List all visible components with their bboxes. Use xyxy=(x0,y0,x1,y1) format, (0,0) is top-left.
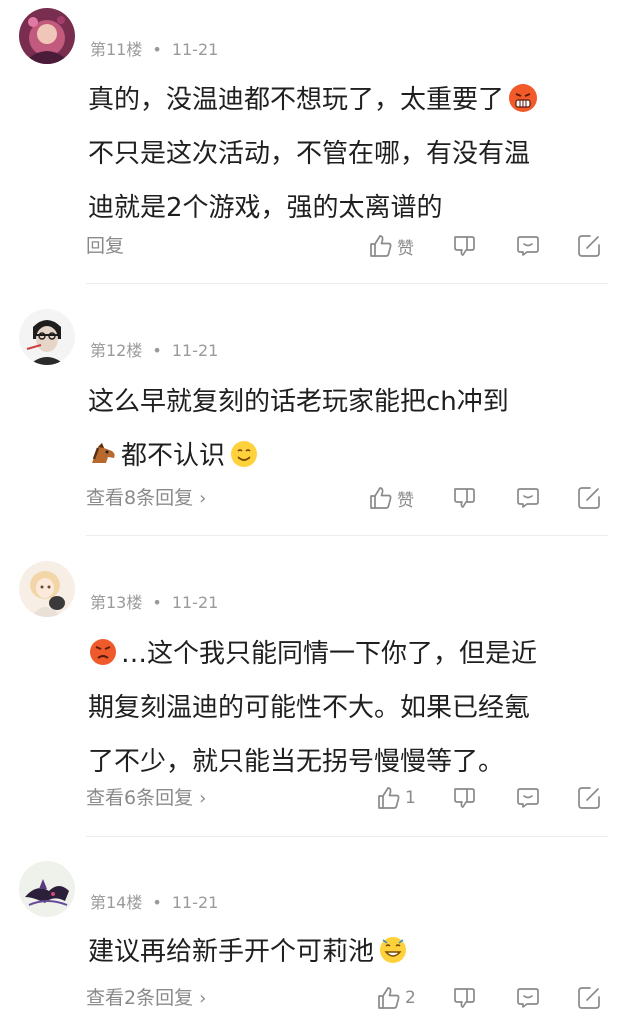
comment-date: 11-21 xyxy=(171,341,219,360)
floor-number: 第12楼 xyxy=(90,341,143,360)
comment-actions: 1 xyxy=(0,783,626,813)
horse-emoji xyxy=(88,439,118,469)
comment-line: 建议再给新手开个可莉池 xyxy=(88,925,613,979)
thumbs-down-icon xyxy=(451,985,477,1011)
share-icon xyxy=(576,485,602,511)
pouting-face-emoji xyxy=(88,637,118,667)
thumbs-up-icon xyxy=(368,485,394,511)
like-button[interactable]: 赞 xyxy=(368,483,414,513)
comment-line: 真的，没温迪都不想玩了，太重要了 xyxy=(88,73,613,127)
thumbs-up-icon xyxy=(376,785,402,811)
comment-meta: 第11楼 • 11-21 xyxy=(90,39,218,61)
share-button[interactable] xyxy=(576,783,602,813)
avatar[interactable] xyxy=(19,861,75,917)
floor-number: 第14楼 xyxy=(90,893,143,912)
comment-line: 迪就是2个游戏，强的太离谱的 xyxy=(88,193,443,223)
avatar-image xyxy=(19,309,75,365)
comment-bubble-icon xyxy=(515,233,541,259)
comment-bubble-icon xyxy=(515,985,541,1011)
meta-separator: • xyxy=(152,40,162,59)
thumbs-down-icon xyxy=(451,785,477,811)
comment-body: 真的，没温迪都不想玩了，太重要了 不只是这次活动，不管在哪，有没有温 迪就是2个… xyxy=(88,73,613,235)
share-icon xyxy=(576,785,602,811)
comment-bubble-icon xyxy=(515,785,541,811)
comment-meta: 第14楼 • 11-21 xyxy=(90,892,218,914)
comment-meta: 第13楼 • 11-21 xyxy=(90,592,218,614)
comment-bubble-icon xyxy=(515,485,541,511)
comment-line: 都不认识 xyxy=(88,429,613,483)
like-button[interactable]: 1 xyxy=(376,783,416,813)
thumbs-down-icon xyxy=(451,485,477,511)
floor-number: 第11楼 xyxy=(90,40,143,59)
share-button[interactable] xyxy=(576,983,602,1013)
comment-date: 11-21 xyxy=(171,893,219,912)
angry-face-emoji xyxy=(508,83,538,113)
comment-body: 这么早就复刻的话老玩家能把ch冲到 都不认识 xyxy=(88,375,613,483)
comment-line: …这个我只能同情一下你了，但是近 xyxy=(88,627,613,681)
comment-reply-button[interactable] xyxy=(515,783,541,813)
grin-emoji xyxy=(378,935,408,965)
dislike-button[interactable] xyxy=(451,483,477,513)
avatar-image xyxy=(19,8,75,64)
comment-reply-button[interactable] xyxy=(515,483,541,513)
dislike-button[interactable] xyxy=(451,783,477,813)
like-button[interactable]: 2 xyxy=(376,983,416,1013)
avatar[interactable] xyxy=(19,561,75,617)
share-icon xyxy=(576,233,602,259)
dislike-button[interactable] xyxy=(451,983,477,1013)
like-button[interactable]: 赞 xyxy=(368,231,414,261)
like-count: 1 xyxy=(405,788,416,808)
comment-meta: 第12楼 • 11-21 xyxy=(90,340,218,362)
divider xyxy=(86,836,608,837)
dislike-button[interactable] xyxy=(451,231,477,261)
divider xyxy=(86,283,608,284)
divider xyxy=(86,535,608,536)
comment-body: 建议再给新手开个可莉池 xyxy=(88,925,613,979)
avatar[interactable] xyxy=(19,309,75,365)
comment-date: 11-21 xyxy=(171,40,219,59)
comment-actions: 赞 xyxy=(0,483,626,513)
comment-actions: 2 xyxy=(0,983,626,1013)
comment-line: 期复刻温迪的可能性不大。如果已经氪 xyxy=(88,693,531,723)
smile-emoji xyxy=(229,439,259,469)
avatar-image xyxy=(19,861,75,917)
comment-date: 11-21 xyxy=(171,593,219,612)
floor-number: 第13楼 xyxy=(90,593,143,612)
meta-separator: • xyxy=(152,593,162,612)
meta-separator: • xyxy=(152,341,162,360)
share-button[interactable] xyxy=(576,483,602,513)
comment-line: 这么早就复刻的话老玩家能把ch冲到 xyxy=(88,387,509,417)
thumbs-up-icon xyxy=(368,233,394,259)
comment-line: 了不少，就只能当无拐号慢慢等了。 xyxy=(88,747,505,777)
thumbs-up-icon xyxy=(376,985,402,1011)
comment-body: …这个我只能同情一下你了，但是近 期复刻温迪的可能性不大。如果已经氪 了不少，就… xyxy=(88,627,613,789)
avatar[interactable] xyxy=(19,8,75,64)
comment-line: 不只是这次活动，不管在哪，有没有温 xyxy=(88,139,531,169)
thumbs-down-icon xyxy=(451,233,477,259)
comment-actions: 赞 xyxy=(0,231,626,261)
share-button[interactable] xyxy=(576,231,602,261)
share-icon xyxy=(576,985,602,1011)
comment-reply-button[interactable] xyxy=(515,231,541,261)
comment-reply-button[interactable] xyxy=(515,983,541,1013)
like-label: 赞 xyxy=(397,490,414,511)
avatar-image xyxy=(19,561,75,617)
like-count: 2 xyxy=(405,988,416,1008)
like-label: 赞 xyxy=(397,238,414,259)
meta-separator: • xyxy=(152,893,162,912)
